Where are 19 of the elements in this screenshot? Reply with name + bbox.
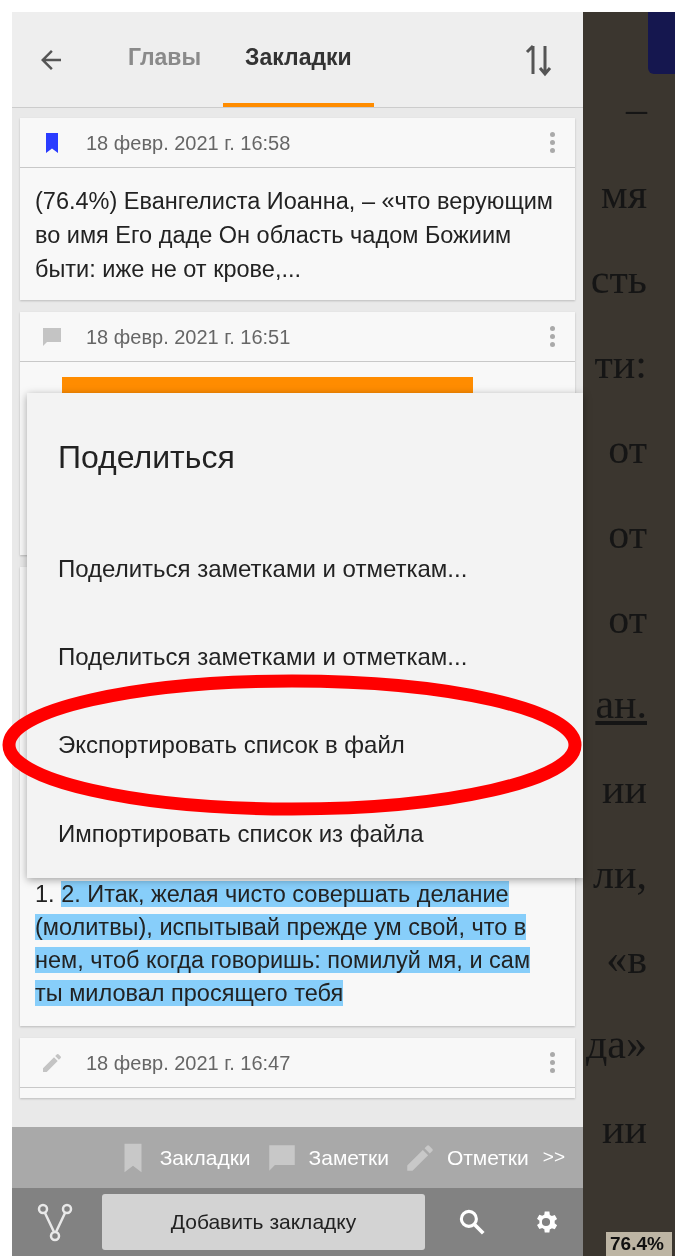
search-icon[interactable]	[457, 1207, 487, 1237]
menu-item[interactable]: Импортировать список из файла	[27, 789, 583, 878]
menu-item[interactable]: Экспортировать список в файл	[27, 701, 583, 790]
add-bookmark-button[interactable]: Добавить закладку	[102, 1194, 425, 1250]
book-text-line: –	[624, 85, 649, 134]
percentage-label: 76.4%	[606, 1232, 672, 1256]
bookmark-ribbon	[648, 12, 675, 74]
more-options-icon[interactable]	[550, 326, 555, 347]
dialog-title: Поделиться	[57, 438, 236, 477]
bookmark-date: 18 февр. 2021 г. 16:47	[86, 1050, 291, 1076]
tab[interactable]: Закладки	[223, 12, 374, 107]
more-options-icon[interactable]	[550, 1052, 555, 1073]
bookmark-text: (76.4%) Евангелиста Иоанна, – «что верующим во имя Его даде Он область чадом Божиим быти: иже не от крове,...	[34, 187, 554, 284]
branch-icon[interactable]	[37, 1202, 73, 1242]
bookmark-date: 18 февр. 2021 г. 16:51	[86, 324, 291, 350]
more-options-icon[interactable]	[550, 132, 555, 153]
menu-item[interactable]: Поделиться заметками и отметкам...	[27, 612, 583, 702]
menu-item[interactable]: Поделиться заметками и отметкам...	[27, 524, 583, 613]
bookmark-date: 18 февр. 2021 г. 16:58	[86, 130, 291, 156]
